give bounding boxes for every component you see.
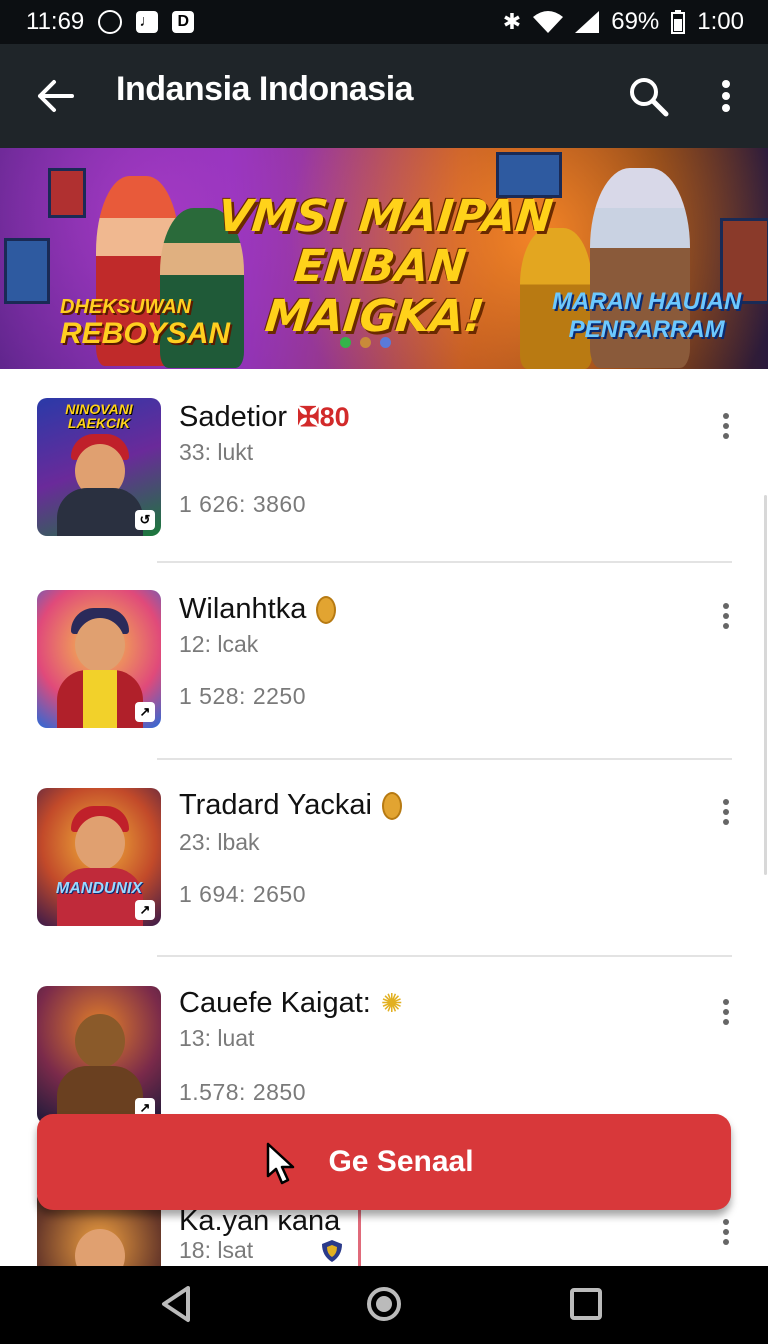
thumbnail-figure-head <box>75 618 125 672</box>
page-dot-2[interactable] <box>360 337 371 348</box>
page-dot-1[interactable] <box>340 337 351 348</box>
thumbnail-figure-body <box>57 670 143 728</box>
thumbnail-caption: NINOVANI LAEKCIK <box>65 401 133 431</box>
red-marker-line <box>358 1210 361 1266</box>
notification-circle-icon <box>98 10 123 34</box>
status-time: 11:69 <box>26 8 85 35</box>
item-name: Tradard Yackai <box>179 789 402 822</box>
promo-banner[interactable]: VMSI MAIPAN ENBAN MAIGKA! DHEKSUWAN REBO… <box>0 148 768 369</box>
banner-tag-left: DHEKSUWAN REBOYSAN <box>60 296 230 350</box>
banner-tag-right: MARAN HAUIAN PENRARRAM <box>552 288 741 344</box>
primary-action-label: Ge Senaal <box>328 1145 474 1178</box>
list-divider <box>157 955 732 957</box>
back-triangle-icon[interactable] <box>158 1284 198 1324</box>
item-name: Sadetior ✠80 <box>179 401 350 434</box>
banner-tag-left-1: DHEKSUWAN <box>60 296 192 318</box>
status-clock: 1:00 <box>697 8 744 35</box>
wifi-icon <box>533 11 564 33</box>
shield-icon <box>322 1240 342 1262</box>
thumbnail-figure-head <box>75 1014 125 1068</box>
item-more-icon[interactable] <box>716 603 736 633</box>
item-more-icon[interactable] <box>716 413 736 443</box>
item-title: Wilanhtka <box>179 593 307 625</box>
banner-tag-right-2: PENRARRAM <box>568 316 725 343</box>
signal-icon <box>575 11 600 33</box>
item-title: Cauefe Kaigat: <box>179 987 371 1019</box>
thumbnail-figure-head <box>75 816 125 870</box>
thumbnail-figure-head <box>75 1229 125 1266</box>
system-nav-bar <box>0 1266 768 1344</box>
item-subtitle: 12: lcak <box>179 631 259 657</box>
thumbnail-badge-icon: ↗ <box>135 900 155 920</box>
page-title: Indansia Indonasia <box>116 70 414 108</box>
item-name: Cauefe Kaigat: ✺ <box>179 987 403 1020</box>
banner-headline-line-2: ENBAN MAIGKA! <box>262 241 487 342</box>
list-item[interactable]: ↗ Wilanhtka 12: lcak 1 528: 2250 <box>0 565 768 761</box>
item-stat: 1 626: 3860 <box>179 491 307 517</box>
item-stat: 1.578: 2850 <box>179 1079 307 1105</box>
banner-tag-right-1: MARAN HAUIAN <box>552 288 742 315</box>
coin-icon <box>316 595 337 624</box>
banner-headline-line-1: VMSI MAIPAN <box>215 191 556 242</box>
overflow-menu-icon[interactable] <box>706 74 746 118</box>
page-dot-3[interactable] <box>380 337 391 348</box>
thumbnail-badge-icon: ↗ <box>135 702 155 722</box>
item-stat: 1 528: 2250 <box>179 683 307 709</box>
battery-percent: 69% <box>611 8 660 35</box>
item-subtitle: 33: lukt <box>179 439 254 465</box>
banner-headline: VMSI MAIPAN ENBAN MAIGKA! <box>192 191 568 342</box>
item-name: Wilanhtka <box>179 593 337 626</box>
item-more-icon[interactable] <box>716 1219 736 1249</box>
game-thumbnail: MANDUNIX ↗ <box>37 788 161 926</box>
game-thumbnail: ↗ <box>37 986 161 1124</box>
list-item[interactable]: NINOVANI LAEKCIK ↺ Sadetior ✠80 33: lukt… <box>0 369 768 565</box>
music-note-icon: ♩ <box>136 11 159 33</box>
scrollbar[interactable] <box>764 495 767 875</box>
item-flag: ✠80 <box>297 402 350 432</box>
thumbnail-figure-body <box>57 488 143 536</box>
banner-screen-decor <box>4 238 50 304</box>
banner-screen-decor <box>48 168 86 218</box>
item-more-icon[interactable] <box>716 999 736 1029</box>
banner-tag-left-2: REBOYSAN <box>60 317 231 350</box>
coin-icon <box>381 791 402 820</box>
recents-square-icon[interactable] <box>566 1284 606 1324</box>
home-circle-icon[interactable] <box>364 1284 404 1324</box>
app-bar: Indansia Indonasia <box>0 44 768 148</box>
item-subtitle: 18: lsat <box>179 1237 254 1263</box>
item-title: Tradard Yackai <box>179 789 372 821</box>
thumbnail-caption: MANDUNIX <box>55 880 143 897</box>
battery-icon <box>671 10 686 34</box>
cursor-pointer-icon <box>266 1142 295 1185</box>
notification-d-icon: D <box>172 11 195 33</box>
vibrate-icon: ✱ <box>502 9 522 34</box>
game-thumbnail: ↗ <box>37 590 161 728</box>
list-item[interactable]: MANDUNIX ↗ Tradard Yackai 23: lbak 1 694… <box>0 761 768 957</box>
banner-page-indicator <box>340 337 391 348</box>
game-thumbnail: NINOVANI LAEKCIK ↺ <box>37 398 161 536</box>
item-title: Sadetior <box>179 401 288 433</box>
back-arrow-icon[interactable] <box>34 74 78 118</box>
item-more-icon[interactable] <box>716 799 736 829</box>
item-stat: 1 694: 2650 <box>179 881 307 907</box>
item-subtitle: 13: luat <box>179 1025 255 1051</box>
list-divider <box>157 758 732 760</box>
item-subtitle: 23: lbak <box>179 829 260 855</box>
item-flag-value: 80 <box>319 402 350 432</box>
primary-action-button[interactable]: Ge Senaal <box>37 1114 731 1210</box>
sun-badge-icon: ✺ <box>380 988 403 1018</box>
status-bar: 11:69 ♩ D ✱ 69% 1:00 <box>0 0 768 44</box>
list-divider <box>157 561 732 563</box>
thumbnail-badge-icon: ↺ <box>135 510 155 530</box>
search-icon[interactable] <box>626 74 670 118</box>
